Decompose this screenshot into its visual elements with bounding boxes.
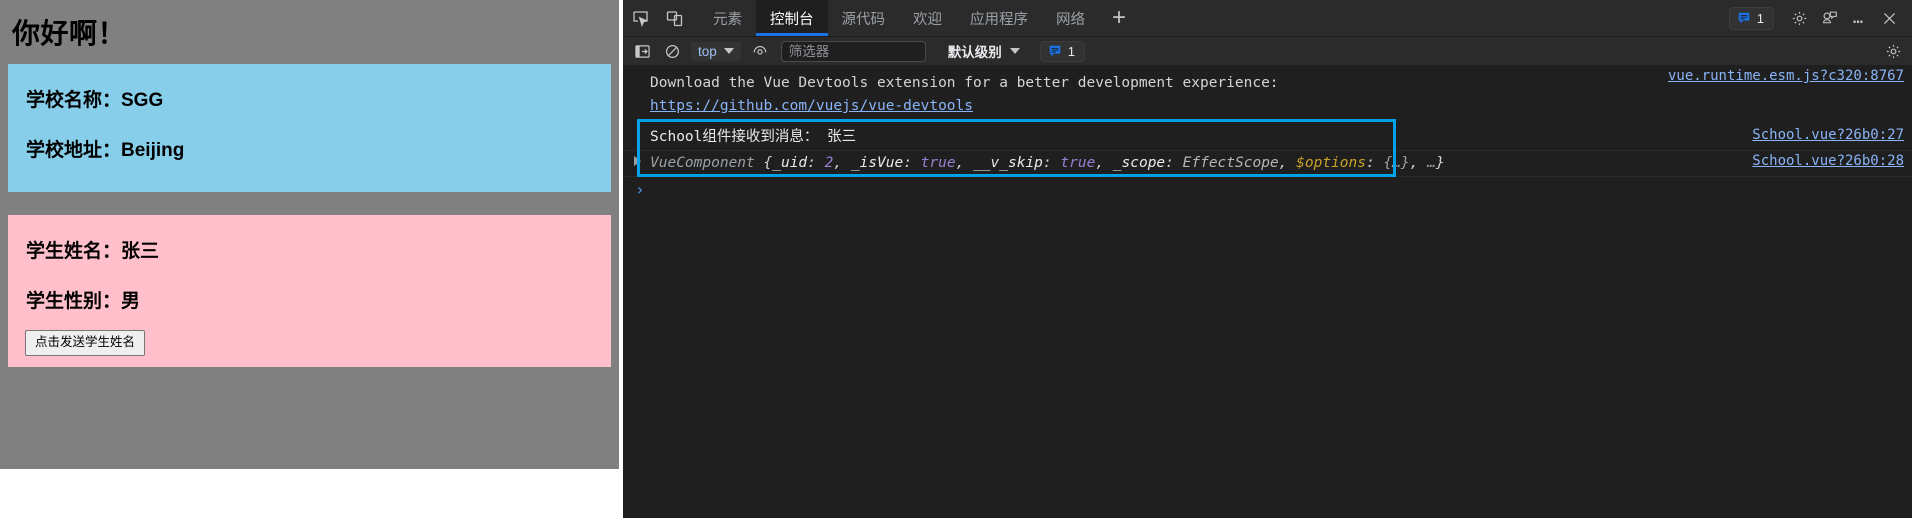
tab-console[interactable]: 控制台 bbox=[756, 0, 828, 36]
screen-root: 你好啊！ 学校名称：SGG 学校地址：Beijing 学生姓名：张三 学生性别：… bbox=[0, 0, 1912, 518]
object-key-0: _uid bbox=[772, 155, 808, 172]
console-object-row: VueComponent {_uid: 2, _isVue: true, __v… bbox=[623, 151, 1912, 178]
object-constructor-name: VueComponent bbox=[650, 155, 755, 172]
more-options-icon[interactable]: … bbox=[1844, 5, 1874, 31]
devtools-tabbar: 元素 控制台 源代码 欢迎 应用程序 网络 + 1 … bbox=[623, 0, 1912, 37]
gear-icon[interactable] bbox=[1784, 5, 1814, 31]
object-open-brace: { bbox=[763, 155, 773, 172]
console-sidebar-icon[interactable] bbox=[629, 40, 655, 62]
message-count-label: 1 bbox=[1756, 10, 1764, 26]
object-value-3: EffectScope bbox=[1182, 155, 1279, 172]
tab-elements[interactable]: 元素 bbox=[699, 0, 756, 36]
vue-devtools-url-link[interactable]: https://github.com/vuejs/vue-devtools bbox=[648, 96, 1912, 117]
send-student-name-button[interactable]: 点击发送学生姓名 bbox=[25, 329, 146, 356]
tab-network[interactable]: 网络 bbox=[1042, 0, 1099, 36]
close-icon[interactable] bbox=[1874, 5, 1904, 31]
devtools-tab-list: 元素 控制台 源代码 欢迎 应用程序 网络 + bbox=[699, 0, 1139, 36]
object-ellipsis: … bbox=[1427, 155, 1436, 172]
object-value-4: {…} bbox=[1383, 155, 1410, 172]
live-expression-icon[interactable] bbox=[747, 40, 773, 62]
object-sep-3: : bbox=[1165, 155, 1183, 172]
chevron-down-icon bbox=[723, 48, 734, 54]
tab-label: 网络 bbox=[1056, 11, 1085, 28]
tab-sources[interactable]: 源代码 bbox=[828, 0, 900, 36]
console-filter-input[interactable] bbox=[780, 40, 926, 62]
filterbar-message-count-badge[interactable]: 1 bbox=[1039, 40, 1086, 62]
banner-source-link[interactable]: vue.runtime.esm.js?c320:8767 bbox=[1668, 68, 1904, 84]
console-object-preview: VueComponent {_uid: 2, _isVue: true, __v… bbox=[650, 155, 1445, 172]
execution-context-selector[interactable]: top bbox=[691, 41, 741, 61]
devtools-tabbar-actions: 1 … bbox=[1728, 0, 1912, 36]
tab-application[interactable]: 应用程序 bbox=[956, 0, 1042, 36]
console-message-count-badge[interactable]: 1 bbox=[1728, 6, 1774, 30]
devtools-panel: 元素 控制台 源代码 欢迎 应用程序 网络 + 1 … top 筛选器 默认级别… bbox=[623, 0, 1912, 518]
clear-console-icon[interactable] bbox=[659, 40, 685, 62]
student-component-card: 学生姓名：张三 学生性别：男 点击发送学生姓名 bbox=[8, 214, 611, 367]
tab-label: 元素 bbox=[713, 11, 742, 28]
tab-welcome[interactable]: 欢迎 bbox=[899, 0, 956, 36]
page-title: 你好啊！ bbox=[12, 18, 127, 49]
tab-label: 控制台 bbox=[770, 11, 814, 28]
object-close-brace: } bbox=[1435, 155, 1445, 172]
student-name-text: 学生姓名：张三 bbox=[26, 240, 160, 262]
school-address-text: 学校地址：Beijing bbox=[26, 139, 185, 161]
console-log-row: School组件接收到消息： 张三 School.vue?26b0:27 bbox=[623, 125, 1912, 152]
object-key-4: $options bbox=[1296, 155, 1366, 172]
chevron-down-icon bbox=[1009, 48, 1020, 54]
vue-app-root: 你好啊！ 学校名称：SGG 学校地址：Beijing 学生姓名：张三 学生性别：… bbox=[0, 0, 619, 469]
row-gutter bbox=[623, 153, 648, 169]
console-settings-gear-icon[interactable] bbox=[1880, 40, 1906, 62]
feedback-icon[interactable] bbox=[1814, 5, 1844, 31]
message-bubble-icon bbox=[1738, 12, 1750, 24]
inspect-element-icon[interactable] bbox=[623, 0, 657, 36]
add-tab-button[interactable]: + bbox=[1099, 0, 1139, 36]
object-key-1: _isVue bbox=[850, 155, 904, 172]
object-value-2: true bbox=[1060, 155, 1096, 172]
console-prompt-row[interactable]: › bbox=[623, 177, 1912, 202]
device-toolbar-icon[interactable] bbox=[657, 0, 691, 36]
school-component-card: 学校名称：SGG 学校地址：Beijing bbox=[8, 63, 611, 192]
console-prompt-caret-icon: › bbox=[635, 180, 645, 200]
console-filter-toolbar: top 默认级别 1 bbox=[623, 37, 1912, 66]
console-banner-message: Download the Vue Devtools extension for … bbox=[623, 66, 1912, 96]
object-key-2: __v_skip bbox=[973, 155, 1043, 172]
object-source-link[interactable]: School.vue?26b0:28 bbox=[1752, 153, 1904, 169]
object-sep-1: : bbox=[903, 155, 921, 172]
log-level-label: 默认级别 bbox=[947, 45, 1002, 60]
console-banner-link-row: https://github.com/vuejs/vue-devtools bbox=[623, 96, 1912, 119]
object-key-3: _scope bbox=[1112, 155, 1166, 172]
expand-object-triangle-icon[interactable] bbox=[634, 156, 641, 167]
student-gender-text: 学生性别：男 bbox=[26, 290, 141, 312]
filterbar-right-actions bbox=[1880, 40, 1906, 62]
browser-page-viewport: 你好啊！ 学校名称：SGG 学校地址：Beijing 学生姓名：张三 学生性别：… bbox=[0, 0, 623, 518]
object-sep-2: : bbox=[1042, 155, 1061, 172]
object-sep-0: : bbox=[807, 155, 825, 172]
object-value-1: true bbox=[920, 155, 956, 172]
tab-label: 源代码 bbox=[841, 11, 886, 28]
school-name-text: 学校名称：SGG bbox=[26, 89, 164, 111]
object-sep-4: : bbox=[1365, 155, 1384, 172]
filterbar-count-label: 1 bbox=[1067, 43, 1076, 59]
log-source-link[interactable]: School.vue?26b0:27 bbox=[1752, 127, 1904, 143]
tab-label: 欢迎 bbox=[913, 11, 942, 28]
console-message-list[interactable]: Download the Vue Devtools extension for … bbox=[623, 66, 1912, 518]
message-bubble-icon bbox=[1049, 45, 1061, 57]
execution-context-label: top bbox=[698, 43, 717, 59]
console-log-message: School组件接收到消息： 张三 bbox=[650, 129, 857, 146]
tab-label: 应用程序 bbox=[970, 11, 1028, 28]
log-level-selector[interactable]: 默认级别 bbox=[942, 39, 1026, 63]
